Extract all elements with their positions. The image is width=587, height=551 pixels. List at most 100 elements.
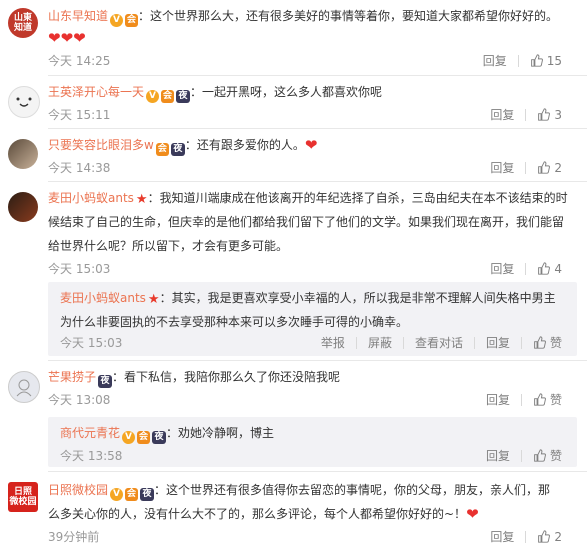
comment-username[interactable]: 芒果捞子: [48, 370, 96, 384]
reply-button[interactable]: 回复: [475, 334, 521, 351]
verified-icon: V: [110, 488, 124, 501]
vip-icon: 会: [125, 488, 139, 501]
avatar[interactable]: 山東 知道: [8, 8, 38, 38]
like-button[interactable]: 3: [526, 108, 573, 122]
comment-text: 给世界什么呢？所以留下，才会有更多可能。: [48, 239, 289, 253]
comment-actions: 回复 4: [479, 260, 573, 277]
reply-button[interactable]: 回复: [479, 159, 525, 176]
reply-box: 商代元青花 V 会夜：劝她冷静啊，博主 今天 13:58 回复 赞: [48, 417, 577, 467]
comment-username[interactable]: 麦田小蚂蚁ants: [48, 191, 134, 205]
verified-icon: V: [122, 431, 136, 444]
reply-button[interactable]: 回复: [479, 260, 525, 277]
reply-button[interactable]: 回复: [475, 447, 521, 464]
night-mode-icon: 夜: [140, 488, 155, 501]
comment-time: 今天 15:11: [48, 108, 111, 122]
like-button[interactable]: 2: [526, 161, 573, 175]
reply-text: ：其实，我是更喜欢享受小幸福的人，所以我是非常不理解人间失格中男主: [159, 291, 556, 305]
reply-time: 今天 15:03: [60, 336, 123, 350]
comment-text: ：这个世界还有很多值得你去留恋的事情呢，你的父母，朋友，亲人们，那: [154, 483, 551, 497]
comment-username[interactable]: 日照微校园: [48, 483, 108, 497]
star-icon: ★: [135, 192, 148, 207]
thumbs-up-icon: [538, 529, 551, 543]
reply-button[interactable]: 回复: [472, 52, 518, 69]
comment-text: 么多关心你的人，没有什么大不了的，那么多评论，每个人都希望你好好的~！: [48, 507, 467, 521]
reply-button[interactable]: 回复: [479, 528, 525, 545]
avatar-logo-text: 山東 知道: [13, 13, 32, 33]
comment-item: 王英泽开心每一天 V 会夜：一起开黑呀，这么多人都喜欢你呢 今天 15:11 回复 …: [0, 76, 587, 128]
thumbs-up-icon: [538, 107, 551, 121]
reply-actions: 举报 屏蔽 查看对话 回复 赞: [310, 334, 573, 351]
thumbs-up-icon: [530, 53, 543, 67]
comment-item: 日照 微校园 日照微校园 V 会夜：这个世界还有很多值得你去留恋的事情呢，你的父母，朋…: [0, 472, 587, 551]
star-icon: ★: [147, 292, 160, 307]
vip-icon: 会: [137, 431, 151, 444]
block-button[interactable]: 屏蔽: [357, 334, 403, 351]
like-button[interactable]: 赞: [522, 334, 573, 351]
smiley-face-icon: [16, 97, 32, 107]
avatar[interactable]: [8, 86, 40, 118]
comment-username[interactable]: 山东早知道: [48, 9, 108, 23]
comment-text: ：还有跟多爱你的人。: [184, 138, 305, 152]
like-label: 赞: [549, 393, 562, 407]
like-label: 赞: [549, 449, 562, 463]
comment-actions: 回复 赞: [475, 391, 573, 408]
like-button[interactable]: 15: [519, 54, 573, 68]
comment-text: ：这个世界那么大，还有很多美好的事情等着你，要知道大家都希望你好好的。: [138, 9, 559, 23]
like-button[interactable]: 4: [526, 262, 573, 276]
comment-time: 今天 14:38: [48, 161, 111, 175]
comment-content: 只要笑容比眼泪多w 会夜：还有跟多爱你的人。❤: [48, 133, 575, 157]
comment-content: 山东早知道 V 会：这个世界那么大，还有很多美好的事情等着你，要知道大家都希望你好好…: [48, 4, 575, 28]
like-count: 3: [554, 107, 562, 122]
avatar[interactable]: [8, 371, 40, 403]
like-count: 4: [554, 261, 562, 276]
heart-emoji-icon: ❤: [304, 136, 318, 154]
like-button[interactable]: 赞: [522, 447, 573, 464]
reply-button[interactable]: 回复: [479, 106, 525, 123]
comment-time: 今天 15:03: [48, 262, 111, 276]
comment-content: 么多关心你的人，没有什么大不了的，那么多评论，每个人都希望你好好的~！❤: [48, 502, 575, 526]
comment-item: 山東 知道 山东早知道 V 会：这个世界那么大，还有很多美好的事情等着你，要知道大家都…: [0, 0, 587, 75]
comment-text: ：一起开黑呀，这么多人都喜欢你呢: [190, 85, 383, 99]
thumbs-up-icon: [538, 261, 551, 275]
comment-username[interactable]: 只要笑容比眼泪多w: [48, 138, 154, 152]
heart-emoji-icon: ❤: [466, 505, 479, 523]
like-button[interactable]: 赞: [522, 391, 573, 408]
reply-actions: 回复 赞: [475, 447, 573, 464]
avatar[interactable]: 日照 微校园: [8, 482, 38, 512]
view-conversation-button[interactable]: 查看对话: [404, 334, 474, 351]
reply-username[interactable]: 商代元青花: [60, 426, 120, 440]
comment-actions: 回复 15: [472, 52, 573, 69]
night-mode-icon: 夜: [98, 375, 113, 388]
like-count: 2: [554, 529, 562, 544]
comment-username[interactable]: 王英泽开心每一天: [48, 85, 144, 99]
comment-actions: 回复 2: [479, 528, 573, 545]
reply-button[interactable]: 回复: [475, 391, 521, 408]
thumbs-up-icon: [534, 393, 546, 406]
reply-text: ：劝她冷静啊，博主: [166, 426, 275, 440]
reply-username[interactable]: 麦田小蚂蚁ants: [60, 291, 146, 305]
comment-text: ：看下私信，我陪你那么久了你还没陪我呢: [112, 370, 341, 384]
verified-icon: V: [146, 90, 160, 103]
comment-content: 王英泽开心每一天 V 会夜：一起开黑呀，这么多人都喜欢你呢: [48, 80, 575, 104]
comment-content: 日照微校园 V 会夜：这个世界还有很多值得你去留恋的事情呢，你的父母，朋友，亲人们，…: [48, 478, 575, 502]
like-label: 赞: [549, 336, 562, 350]
comment-item: 只要笑容比眼泪多w 会夜：还有跟多爱你的人。❤ 今天 14:38 回复 2: [0, 129, 587, 181]
like-button[interactable]: 2: [526, 530, 573, 544]
like-count: 2: [554, 160, 562, 175]
reply-content: 麦田小蚂蚁ants ★：其实，我是更喜欢享受小幸福的人，所以我是非常不理解人间失格…: [60, 286, 567, 310]
comment-actions: 回复 3: [479, 106, 573, 123]
thumbs-up-icon: [534, 449, 546, 462]
thumbs-up-icon: [538, 160, 551, 174]
comment-time: 39分钟前: [48, 530, 100, 544]
night-mode-icon: 夜: [152, 431, 167, 444]
heart-emoji-icon: ❤❤❤: [48, 29, 86, 47]
reply-text: 为什么非要固执的不去享受那种本来可以多次睡手可得的小确幸。: [60, 315, 409, 329]
reply-content: 商代元青花 V 会夜：劝她冷静啊，博主: [60, 421, 567, 445]
avatar[interactable]: [8, 139, 38, 169]
thumbs-up-icon: [534, 336, 546, 349]
avatar-sketch-icon: [16, 379, 32, 397]
comment-content: 麦田小蚂蚁ants ★：我知道川端康成在他该离开的年纪选择了自杀，三岛由纪夫在本不…: [48, 186, 575, 210]
avatar[interactable]: [8, 192, 38, 222]
comment-actions: 回复 2: [479, 159, 573, 176]
report-button[interactable]: 举报: [310, 334, 356, 351]
